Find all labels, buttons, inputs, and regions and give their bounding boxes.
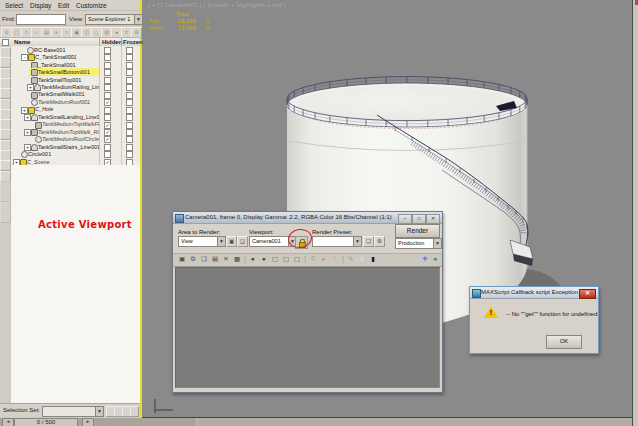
view-label: View: <box>69 16 84 22</box>
object-name-label[interactable]: TankSmallLanding_Line001 <box>38 114 99 120</box>
toggle-ui-plus-icon[interactable]: + <box>420 255 430 264</box>
maxscript-exception-dialog[interactable]: MAXScript Callback script Exception ✕ --… <box>469 286 599 354</box>
object-name-label[interactable]: C_Hole <box>35 106 99 112</box>
header-checkbox[interactable] <box>2 39 9 46</box>
extra-tool-3-icon[interactable] <box>0 212 11 223</box>
render-mode-dropdown[interactable]: Production▼ <box>395 238 442 249</box>
warning-icon <box>484 306 498 318</box>
render-sphere-icon[interactable]: ● <box>430 255 440 264</box>
selection-set-row: Selection Set: ▼ <box>0 403 140 417</box>
sep3: | <box>341 255 345 264</box>
rfw-toolbar: + ● ▣⧉❏▤✕▩|●●▢▢▢|0▸⁞|✎▯▮ <box>173 253 442 267</box>
selection-set-dropdown[interactable]: ▼ <box>42 406 104 417</box>
chevron-down-icon[interactable]: ▼ <box>433 239 441 248</box>
object-name-label[interactable]: TankSmallTop001 <box>38 77 99 83</box>
object-name-label[interactable]: TankMediumRoofCircle001 <box>42 136 99 142</box>
color-swatch-icon[interactable]: ▩ <box>232 255 242 264</box>
annotation-active-viewport: Active Viewport <box>38 219 132 230</box>
clone-window-icon[interactable]: ⧉ <box>188 255 198 264</box>
edit-region-button[interactable]: ▣ <box>226 236 237 247</box>
object-name-label[interactable]: TankMediumRoof001 <box>38 99 99 105</box>
sep1: | <box>243 255 247 264</box>
explorer-find-row: Find: View: Scene Explorer 1▼ <box>0 10 140 26</box>
print-image-icon[interactable]: ▤ <box>210 255 220 264</box>
red-channel-icon[interactable]: ● <box>248 255 258 264</box>
play-icon[interactable]: ▸ <box>319 255 329 264</box>
page-icon[interactable]: ▯ <box>357 255 367 264</box>
object-name-label[interactable]: RC-Base001 <box>34 47 99 53</box>
blue-channel-icon[interactable]: ▢ <box>270 255 280 264</box>
close-button[interactable]: ✕ <box>426 214 440 224</box>
black-swatch[interactable]: ▮ <box>368 255 378 264</box>
copy-image-icon[interactable]: ❏ <box>199 255 209 264</box>
object-name-label[interactable]: TankMediumTopWalkFloor001 <box>42 121 99 127</box>
chevron-down-icon[interactable]: ▼ <box>134 15 142 24</box>
col-name[interactable]: Name <box>14 39 30 45</box>
render-button[interactable]: Render <box>395 224 440 238</box>
mxs-close-button[interactable]: ✕ <box>579 289 596 299</box>
auto-region-button[interactable]: ◲ <box>237 236 248 247</box>
3dsmax-screenshot: [ + ] [ Camera001 ] [ Smooth + Highlight… <box>0 0 638 426</box>
object-name-label[interactable]: C_TankSmall001 <box>35 54 99 60</box>
chevron-down-icon[interactable]: ▼ <box>353 237 361 246</box>
time-slider-handle[interactable]: 0 / 500 <box>14 418 78 426</box>
render-setup-button[interactable]: ⚙ <box>374 236 385 247</box>
object-name-label[interactable]: TankSmallWalk001 <box>38 91 99 97</box>
render-preset-label: Render Preset: <box>312 229 352 235</box>
object-name-label[interactable]: Circle001 <box>28 151 99 157</box>
scene-explorer-panel[interactable]: Select Display Edit Customize Find: View… <box>0 0 142 418</box>
chevron-down-icon[interactable]: ▼ <box>95 407 103 416</box>
menu-display[interactable]: Display <box>30 2 51 9</box>
view-select[interactable]: Scene Explorer 1▼ <box>85 14 143 25</box>
time-slider-bar[interactable]: ◄ 0 / 500 ► <box>0 418 638 426</box>
object-name-label[interactable]: TankSmallBottom001 <box>38 69 99 75</box>
mono-channel-icon[interactable]: ▢ <box>292 255 302 264</box>
alpha-channel-icon[interactable]: ▢ <box>281 255 291 264</box>
object-name-label[interactable]: _TankSmall001 <box>38 62 99 68</box>
sep2: | <box>303 255 307 264</box>
area-to-render-label: Area to Render: <box>178 229 220 235</box>
clear-image-icon[interactable]: ✕ <box>221 255 231 264</box>
object-name-label[interactable]: TankMediumTopWalk_RC <box>38 129 99 135</box>
green-channel-icon[interactable]: ● <box>259 255 269 264</box>
rfw-window-icon <box>175 214 184 223</box>
prev-frame-button[interactable]: ◄ <box>2 418 14 426</box>
command-panel-edge <box>632 0 638 426</box>
col-hidden[interactable]: Hidden <box>102 39 122 45</box>
viewport-dd-label: Viewport: <box>249 229 274 235</box>
frame-num-label[interactable]: 0 <box>308 255 318 264</box>
menu-select[interactable]: Select <box>5 2 23 9</box>
object-name-label[interactable]: TankMediumRailing_Line001 <box>41 84 99 90</box>
chevron-down-icon[interactable]: ▼ <box>217 237 225 246</box>
col-frozen[interactable]: Frozen <box>123 39 143 45</box>
world-axis-icon <box>155 399 173 413</box>
save-preset-button[interactable]: ❏ <box>363 236 374 247</box>
object-name-label[interactable]: TankSmallStairs_Line001 <box>38 144 99 150</box>
edit-icon[interactable]: ✎ <box>346 255 356 264</box>
maximize-button[interactable]: □ <box>412 214 426 224</box>
find-label: Find: <box>2 16 15 22</box>
explorer-menubar: Select Display Edit Customize <box>0 0 140 10</box>
mxs-title-text: MAXScript Callback script Exception <box>481 289 578 295</box>
list-empty-area <box>11 165 140 403</box>
mxs-window-icon <box>472 289 481 298</box>
mxs-title-bar[interactable]: MAXScript Callback script Exception ✕ <box>470 287 598 299</box>
find-input[interactable] <box>16 14 66 25</box>
selection-set-label: Selection Set: <box>3 407 40 413</box>
next-frame-button[interactable]: ► <box>82 418 94 426</box>
rendered-image-area[interactable] <box>175 267 440 388</box>
rfw-title-bar[interactable]: Camera001, frame 0, Display Gamma: 2.2, … <box>173 212 442 224</box>
rfw-title-text: Camera001, frame 0, Display Gamma: 2.2, … <box>185 214 392 220</box>
step-icon[interactable]: ⁞ <box>330 255 340 264</box>
object-name-label[interactable]: C_Scene <box>27 159 99 165</box>
minimize-button[interactable]: – <box>398 214 412 224</box>
menu-customize[interactable]: Customize <box>76 2 107 9</box>
area-to-render-dropdown[interactable]: View▼ <box>178 236 226 247</box>
mxs-ok-button[interactable]: OK <box>546 335 582 349</box>
render-preset-dropdown[interactable]: ▼ <box>312 236 362 247</box>
menu-edit[interactable]: Edit <box>58 2 69 9</box>
selset-button-4[interactable] <box>130 406 139 417</box>
mxs-message: -- No ""get"" function for undefined <box>506 311 597 317</box>
save-image-icon[interactable]: ▣ <box>177 255 187 264</box>
